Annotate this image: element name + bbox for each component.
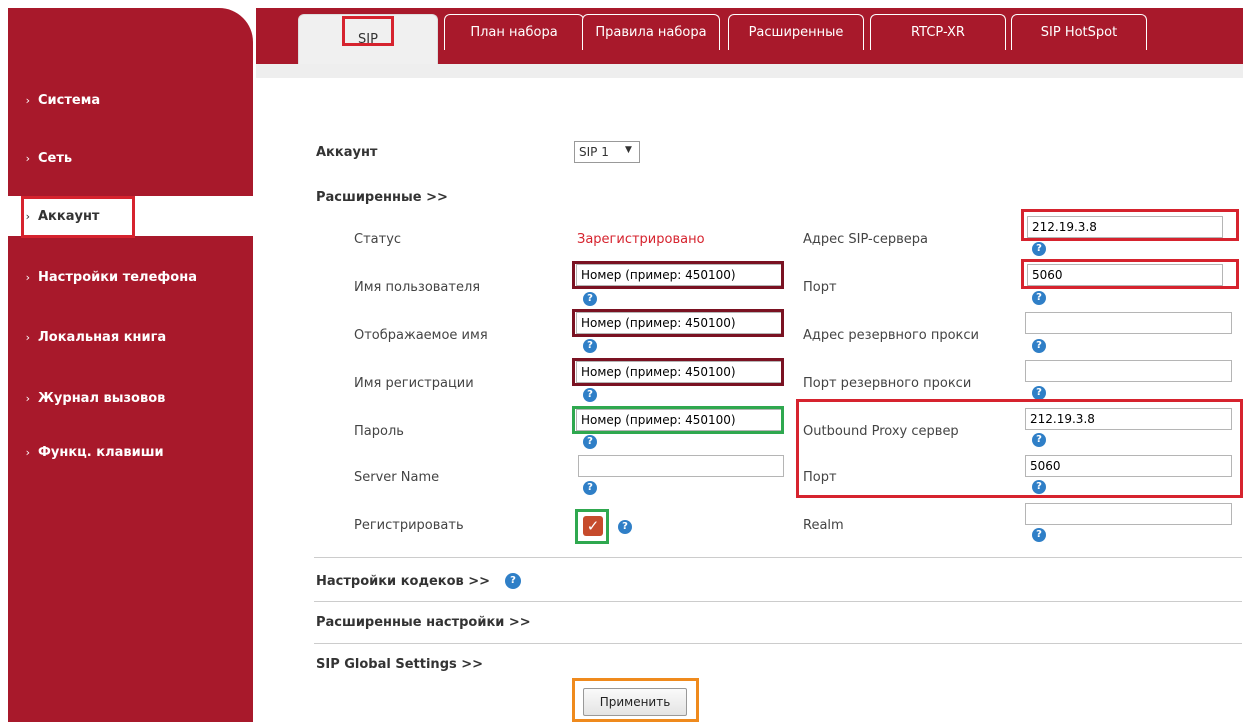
highlight-box <box>572 309 784 337</box>
highlight-box <box>572 406 784 434</box>
chevron-right-icon: › <box>25 445 30 459</box>
tab-advanced[interactable]: Расширенные <box>728 14 864 50</box>
help-icon[interactable]: ? <box>1032 291 1046 305</box>
register-label: Регистрировать <box>354 518 464 533</box>
sidebar-item-phonebook[interactable]: › Локальная книга <box>8 317 253 357</box>
help-icon[interactable]: ? <box>505 573 521 589</box>
help-icon[interactable]: ? <box>618 520 632 534</box>
sidebar-item-label: Сеть <box>38 150 73 166</box>
backup-port-field[interactable] <box>1025 360 1232 382</box>
account-select[interactable]: SIP 1 ▼ <box>574 141 640 163</box>
tab-label: RTCP-XR <box>911 25 965 40</box>
backup-proxy-field[interactable] <box>1025 312 1232 334</box>
dropdown-arrow-icon: ▼ <box>625 145 632 155</box>
apply-button-label: Применить <box>599 695 671 709</box>
highlight-box <box>1021 259 1239 289</box>
apply-button[interactable]: Применить <box>583 688 687 716</box>
help-icon[interactable]: ? <box>583 481 597 495</box>
highlight-box <box>572 358 784 386</box>
sidebar-item-function-keys[interactable]: › Функц. клавиши <box>8 432 253 472</box>
account-label: Аккаунт <box>316 145 378 160</box>
help-icon[interactable]: ? <box>1032 339 1046 353</box>
highlight-box <box>575 509 609 544</box>
tab-dial-plan[interactable]: План набора <box>444 14 584 50</box>
sidebar-item-call-log[interactable]: › Журнал вызовов <box>8 378 253 418</box>
outbound-proxy-label: Outbound Proxy сервер <box>803 424 959 439</box>
backup-port-label: Порт резервного прокси <box>803 376 972 391</box>
display-name-label: Отображаемое имя <box>354 328 488 343</box>
highlight-box <box>342 16 394 46</box>
backup-proxy-label: Адрес резервного прокси <box>803 328 980 343</box>
help-icon[interactable]: ? <box>1032 480 1046 494</box>
outbound-port-label: Порт <box>803 470 837 485</box>
help-icon[interactable]: ? <box>583 435 597 449</box>
advanced-link[interactable]: Расширенные >> <box>316 190 448 205</box>
tab-rtcp-xr[interactable]: RTCP-XR <box>870 14 1006 50</box>
help-icon[interactable]: ? <box>1032 242 1046 256</box>
server-name-label: Server Name <box>354 470 440 485</box>
help-icon[interactable]: ? <box>1032 528 1046 542</box>
sip-global-settings-link[interactable]: SIP Global Settings >> <box>316 657 483 672</box>
tab-label: План набора <box>470 25 558 40</box>
sidebar-item-label: Настройки телефона <box>38 269 197 285</box>
sidebar-item-label: Журнал вызовов <box>38 390 166 406</box>
help-icon[interactable]: ? <box>583 292 597 306</box>
server-name-field[interactable] <box>578 455 784 477</box>
account-select-value: SIP 1 <box>579 145 609 159</box>
tab-dial-rules[interactable]: Правила набора <box>582 14 720 50</box>
sip-server-label: Адрес SIP-сервера <box>803 232 929 247</box>
tab-label: Правила набора <box>595 25 707 40</box>
realm-field[interactable] <box>1025 503 1232 525</box>
outbound-port-field[interactable] <box>1025 455 1232 477</box>
chevron-right-icon: › <box>25 391 30 405</box>
sidebar: › Система › Сеть › Аккаунт › Настройки телеф… <box>8 8 253 722</box>
tab-label: SIP HotSpot <box>1040 25 1118 40</box>
highlight-box <box>21 196 135 238</box>
help-icon[interactable]: ? <box>1032 386 1046 400</box>
divider <box>314 643 1242 644</box>
highlight-box <box>572 261 784 289</box>
tab-sip-hotspot[interactable]: SIP HotSpot <box>1011 14 1147 50</box>
chevron-right-icon: › <box>25 330 30 344</box>
help-icon[interactable]: ? <box>583 388 597 402</box>
chevron-right-icon: › <box>25 93 30 107</box>
help-icon[interactable]: ? <box>1032 433 1046 447</box>
tab-label: Расширенные <box>748 25 844 40</box>
sidebar-item-system[interactable]: › Система <box>8 80 253 120</box>
sidebar-item-label: Система <box>38 92 101 108</box>
divider <box>314 557 1242 558</box>
status-label: Статус <box>354 232 402 247</box>
highlight-box <box>1021 209 1239 241</box>
sidebar-item-network[interactable]: › Сеть <box>8 138 253 178</box>
sidebar-item-label: Локальная книга <box>38 329 167 345</box>
sidebar-item-phone-settings[interactable]: › Настройки телефона <box>8 257 253 297</box>
reg-name-label: Имя регистрации <box>354 376 474 391</box>
chevron-right-icon: › <box>25 270 30 284</box>
outbound-proxy-field[interactable] <box>1025 408 1232 430</box>
subheader-bar <box>256 64 1243 78</box>
password-label: Пароль <box>354 424 404 439</box>
realm-label: Realm <box>803 518 844 533</box>
port-label: Порт <box>803 280 837 295</box>
chevron-right-icon: › <box>25 151 30 165</box>
help-icon[interactable]: ? <box>583 339 597 353</box>
advanced-settings-link[interactable]: Расширенные настройки >> <box>316 615 531 630</box>
codecs-link[interactable]: Настройки кодеков >> <box>316 574 490 589</box>
status-value: Зарегистрировано <box>577 232 705 247</box>
divider <box>314 601 1242 602</box>
username-label: Имя пользователя <box>354 280 481 295</box>
sidebar-item-label: Функц. клавиши <box>38 444 164 460</box>
tab-bar: SIP План набора Правила набора Расширенн… <box>256 8 1243 64</box>
